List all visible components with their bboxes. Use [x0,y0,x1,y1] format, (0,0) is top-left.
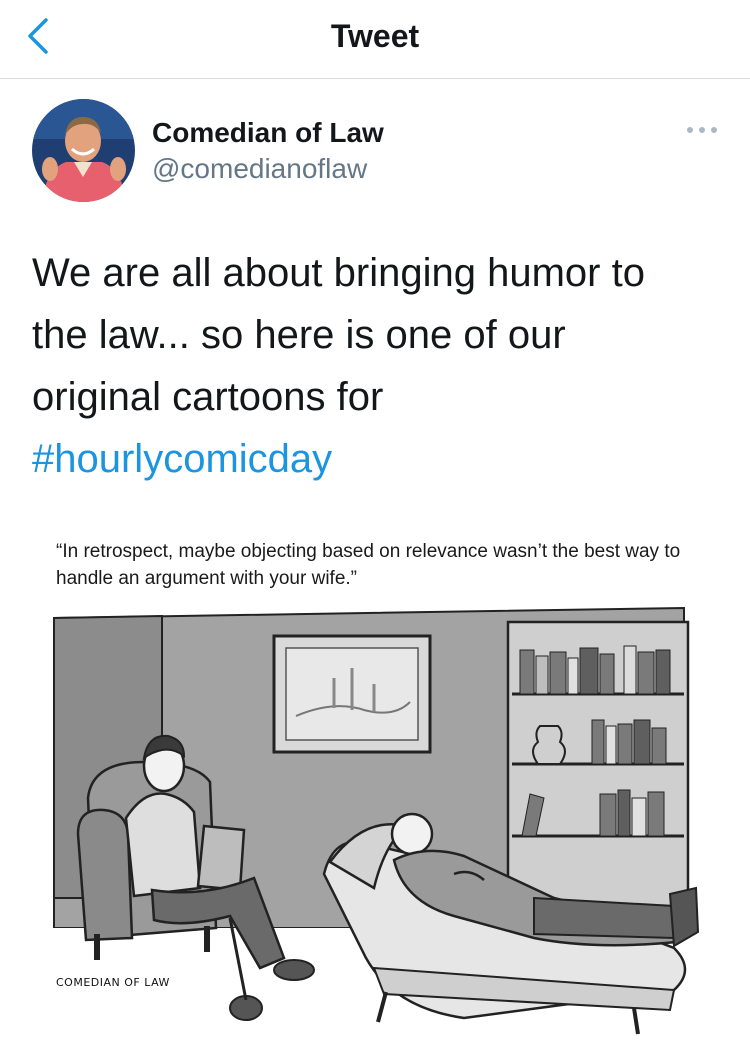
more-horizontal-icon [687,127,717,133]
page-title: Tweet [330,18,420,54]
navigation-bar: Tweet [0,0,750,79]
tweet-text: We are all about bringing humor to the l… [32,242,722,490]
tweet-text-line: We are all about bringing humor to [32,251,645,295]
author-display-name[interactable]: Comedian of Law [152,115,384,151]
author-handle[interactable]: @comedianoflaw [152,151,367,187]
hashtag-link[interactable]: #hourlycomicday [32,428,722,490]
cartoon-signature: COMEDIAN OF LAW [56,976,170,989]
cartoon-caption: “In retrospect, maybe objecting based on… [56,541,681,589]
avatar[interactable] [32,99,135,202]
more-options-button[interactable] [682,118,722,142]
tweet-media[interactable]: “In retrospect, maybe objecting based on… [34,528,724,1050]
tweet-text-line: the law... so here is one of our [32,313,566,357]
tweet-text-line: original cartoons for [32,375,384,419]
